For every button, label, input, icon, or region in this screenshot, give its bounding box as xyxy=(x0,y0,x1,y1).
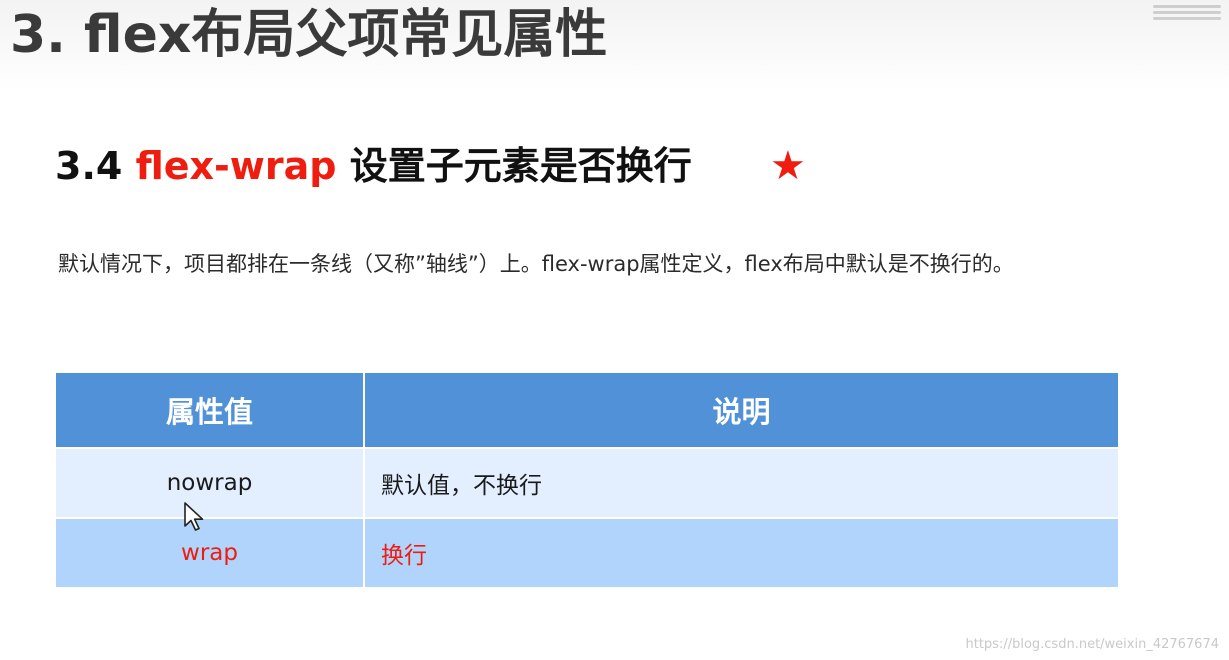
section-heading-text: 设置子元素是否换行 xyxy=(349,144,692,188)
mouse-cursor-icon xyxy=(184,502,204,531)
page-title: 3. flex布局父项常见属性 xyxy=(10,5,608,65)
table-row: wrap 换行 xyxy=(54,517,1120,589)
menu-lines-icon xyxy=(1153,2,1221,24)
table-row: nowrap 默认值，不换行 xyxy=(54,447,1120,519)
description-text: 默认情况下，项目都排在一条线（又称”轴线”）上。flex-wrap属性定义，fl… xyxy=(58,252,1014,276)
table-cell-description: 默认值，不换行 xyxy=(363,447,1120,519)
table-cell-value: nowrap xyxy=(54,447,365,519)
table-cell-value: wrap xyxy=(54,517,365,589)
section-property-name: flex-wrap xyxy=(135,144,337,188)
watermark-url: https://blog.csdn.net/weixin_42767674 xyxy=(965,637,1219,652)
property-table: 属性值 说明 nowrap 默认值，不换行 wrap 换行 xyxy=(54,371,1120,589)
table-header-description: 说明 xyxy=(363,371,1120,449)
section-heading: 3.4 flex-wrap 设置子元素是否换行 xyxy=(55,140,692,192)
table-header-value: 属性值 xyxy=(54,371,365,449)
table-header-row: 属性值 说明 xyxy=(54,371,1120,449)
section-number: 3.4 xyxy=(55,144,123,188)
table-cell-description: 换行 xyxy=(363,517,1120,589)
star-icon: ★ xyxy=(770,143,806,189)
